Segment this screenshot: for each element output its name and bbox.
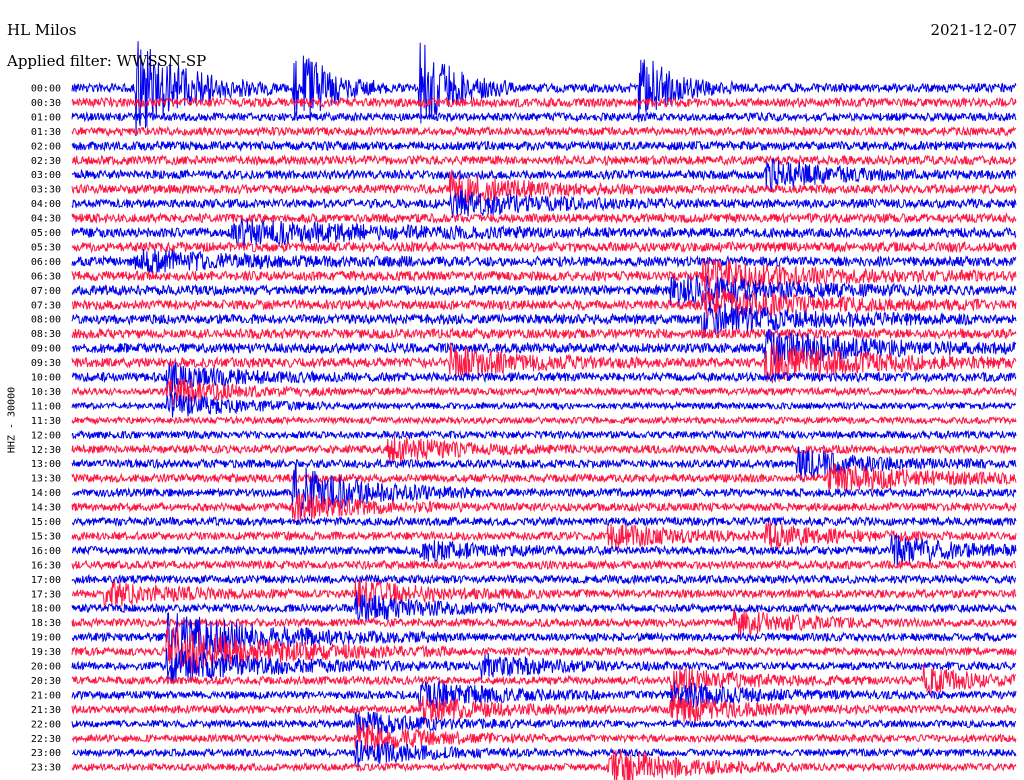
time-label: 08:30 — [31, 329, 61, 340]
time-label: 15:00 — [31, 517, 61, 528]
trace-row-0430 — [71, 211, 1017, 225]
time-label: 12:30 — [31, 445, 61, 456]
time-label: 04:30 — [31, 214, 61, 225]
time-label: 07:30 — [31, 300, 61, 311]
time-label: 23:30 — [31, 763, 61, 774]
trace-row-0500 — [71, 218, 1017, 249]
time-label: 01:00 — [31, 112, 61, 123]
time-label: 17:30 — [31, 589, 61, 600]
trace-row-1700 — [71, 573, 1017, 586]
time-label: 10:30 — [31, 387, 61, 398]
filter-label: Applied filter: WWSSN-SP — [7, 52, 207, 70]
time-label: 12:00 — [31, 430, 61, 441]
time-label: 15:30 — [31, 531, 61, 542]
trace-row-0830 — [71, 327, 1017, 340]
trace-row-0100 — [71, 111, 1017, 123]
time-label: 17:00 — [31, 575, 61, 586]
time-label: 04:00 — [31, 199, 61, 210]
trace-rows — [71, 41, 1017, 780]
station-title: HL Milos — [7, 21, 77, 39]
time-label: 02:30 — [31, 156, 61, 167]
trace-row-0600 — [71, 248, 1017, 274]
channel-axis-label: HHZ - 30000 — [6, 386, 18, 454]
time-label: 18:30 — [31, 618, 61, 629]
trace-row-1500 — [71, 515, 1017, 528]
trace-row-2230 — [71, 722, 1017, 751]
time-label: 22:30 — [31, 734, 61, 745]
time-label: 16:00 — [31, 546, 61, 557]
trace-row-1330 — [71, 463, 1017, 493]
time-label: 05:00 — [31, 228, 61, 239]
trace-row-1200 — [71, 429, 1017, 441]
trace-row-2300 — [71, 739, 1017, 768]
time-label: 19:30 — [31, 647, 61, 658]
trace-row-0230 — [71, 154, 1017, 167]
time-label: 06:30 — [31, 271, 61, 282]
time-label: 19:00 — [31, 633, 61, 644]
trace-row-1630 — [71, 559, 1017, 571]
time-label: 11:30 — [31, 416, 61, 427]
time-label: 07:00 — [31, 286, 61, 297]
trace-row-2130 — [71, 694, 1017, 724]
time-label: 16:30 — [31, 560, 61, 571]
time-label: 14:30 — [31, 503, 61, 514]
time-label: 13:30 — [31, 474, 61, 485]
trace-row-1130 — [71, 415, 1017, 426]
time-label: 06:00 — [31, 257, 61, 268]
time-label: 21:30 — [31, 705, 61, 716]
time-label: 09:00 — [31, 344, 61, 355]
time-label: 13:00 — [31, 459, 61, 470]
time-label: 21:00 — [31, 690, 61, 701]
time-label: 00:00 — [31, 84, 61, 95]
trace-row-0530 — [71, 240, 1017, 254]
time-label: 02:00 — [31, 141, 61, 152]
time-label: 00:30 — [31, 98, 61, 109]
trace-row-0030 — [71, 96, 1017, 109]
trace-row-0000 — [71, 41, 1017, 137]
time-label: 03:00 — [31, 170, 61, 181]
helicorder-plot: 00:00 00:30 01:00 01:30 02:00 02:30 03:00 03:30… — [31, 41, 1017, 780]
time-label: 03:30 — [31, 185, 61, 196]
trace-row-2100 — [71, 680, 1017, 710]
time-label: 20:30 — [31, 676, 61, 687]
trace-row-0130 — [71, 125, 1017, 138]
time-label: 05:30 — [31, 242, 61, 253]
time-tick-labels: 00:00 00:30 01:00 01:30 02:00 02:30 03:00 03:30… — [31, 84, 61, 774]
trace-row-2200 — [71, 711, 1017, 737]
time-label: 09:30 — [31, 358, 61, 369]
time-label: 18:00 — [31, 604, 61, 615]
time-label: 01:30 — [31, 127, 61, 138]
time-label: 22:00 — [31, 719, 61, 730]
time-label: 14:00 — [31, 488, 61, 499]
time-label: 10:00 — [31, 373, 61, 384]
trace-row-1730 — [71, 579, 1017, 610]
date-label: 2021-12-07 — [930, 21, 1017, 39]
time-label: 20:00 — [31, 662, 61, 673]
trace-row-1100 — [71, 391, 1017, 418]
time-label: 11:00 — [31, 401, 61, 412]
time-label: 23:00 — [31, 748, 61, 759]
trace-row-0200 — [71, 139, 1017, 152]
trace-row-1830 — [71, 608, 1017, 637]
time-label: 08:00 — [31, 315, 61, 326]
